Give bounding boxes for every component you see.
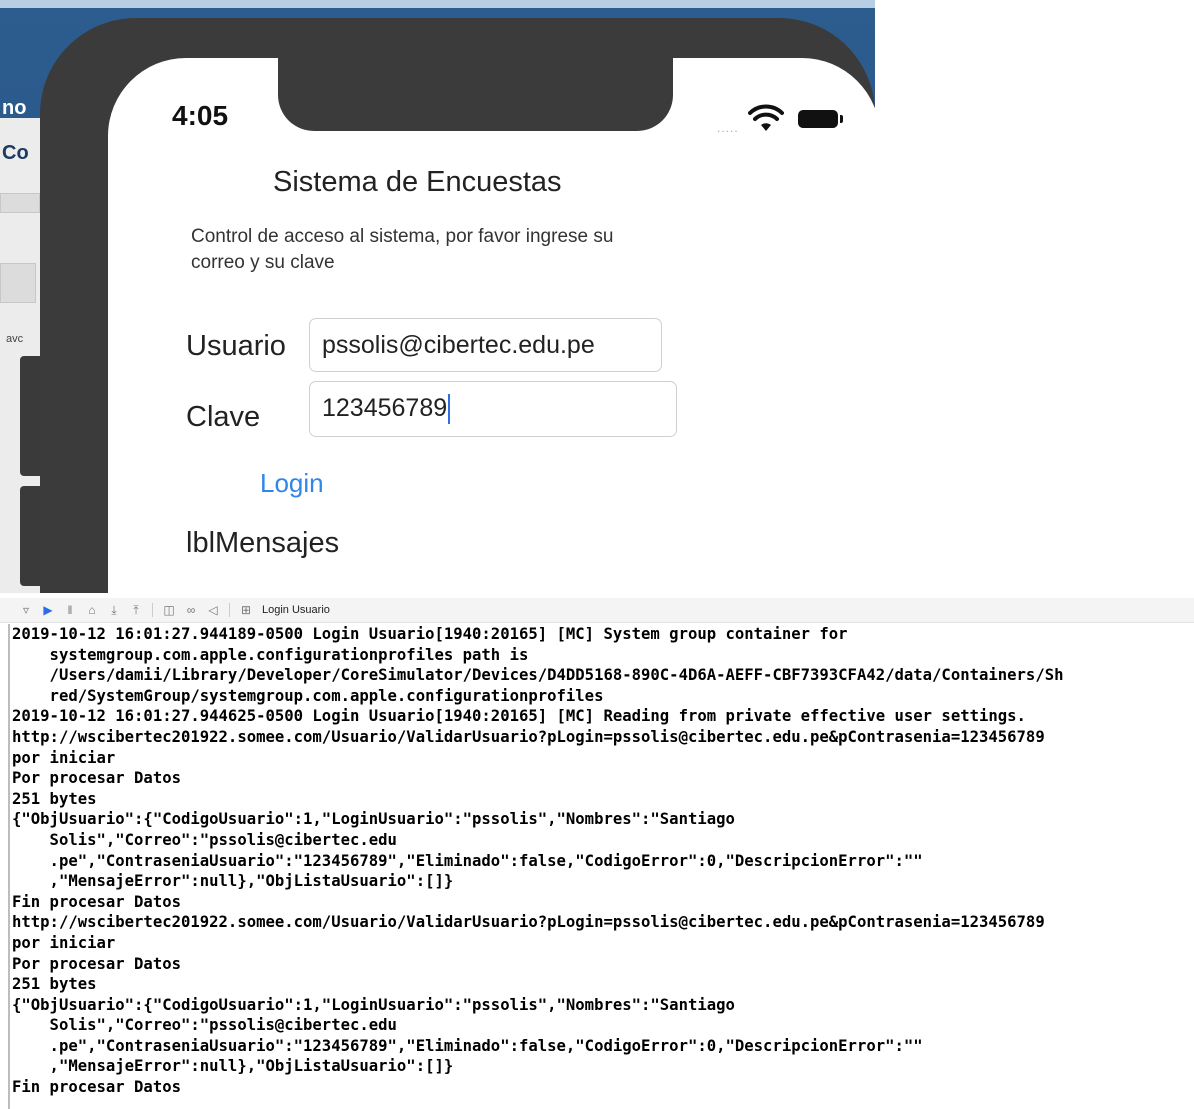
- console-line: por iniciar: [12, 933, 116, 952]
- signal-dots: .....: [717, 121, 739, 135]
- console-line: .pe","ContraseniaUsuario":"123456789","E…: [12, 1036, 923, 1055]
- console-line: .pe","ContraseniaUsuario":"123456789","E…: [12, 851, 923, 870]
- left-panel: [0, 263, 36, 303]
- debug-target-label: Login Usuario: [262, 604, 330, 616]
- battery-icon: [798, 110, 843, 128]
- text-caret: [448, 394, 451, 425]
- toolbar-separator: [229, 603, 230, 617]
- console-line: Solis","Correo":"pssolis@cibertec.edu: [12, 830, 397, 849]
- hide-console-icon[interactable]: ▿: [20, 603, 32, 617]
- console-line: Por procesar Datos: [12, 769, 181, 788]
- clave-input-value: 123456789: [322, 394, 448, 422]
- console-line: systemgroup.com.apple.configurationprofi…: [12, 645, 529, 664]
- console-line: por iniciar: [12, 748, 116, 767]
- console-line: 251 bytes: [12, 789, 97, 808]
- toolbar-separator: [152, 603, 153, 617]
- left-fragment-text: Co: [2, 142, 29, 164]
- step-over-icon[interactable]: ⌂: [86, 603, 98, 617]
- console-line: Por procesar Datos: [12, 954, 181, 973]
- wifi-icon: [748, 104, 784, 131]
- app-title: Sistema de Encuestas: [273, 166, 562, 198]
- console-line: Solis","Correo":"pssolis@cibertec.edu: [12, 1016, 397, 1035]
- console-line: /Users/damii/Library/Developer/CoreSimul…: [12, 666, 1064, 685]
- status-time: 4:05: [172, 100, 229, 131]
- breakpoint-toggle-icon[interactable]: ▶: [42, 603, 54, 617]
- console-line: {"ObjUsuario":{"CodigoUsuario":1,"LoginU…: [12, 810, 735, 829]
- console-line: http://wscibertec201922.somee.com/Usuari…: [12, 913, 1045, 932]
- usuario-label: Usuario: [186, 330, 286, 362]
- left-tab: [0, 193, 40, 213]
- usuario-input[interactable]: pssolis@cibertec.edu.pe: [309, 318, 662, 372]
- console-line: 2019-10-12 16:01:27.944625-0500 Login Us…: [12, 707, 1026, 726]
- console-output[interactable]: 2019-10-12 16:01:27.944189-0500 Login Us…: [8, 624, 1194, 1109]
- phone-bezel: 4:05 ..... Sistema de Encuestas Control …: [40, 18, 875, 593]
- console-line: ,"MensajeError":null},"ObjListaUsuario":…: [12, 872, 454, 891]
- phone-notch: [278, 58, 673, 131]
- simulator-area: avc no Co 4:05 ..... Sistema de Encuesta…: [0, 0, 875, 593]
- console-line: 2019-10-12 16:01:27.944189-0500 Login Us…: [12, 625, 848, 643]
- step-into-icon[interactable]: ⤓: [108, 603, 120, 618]
- console-line: http://wscibertec201922.somee.com/Usuari…: [12, 727, 1045, 746]
- login-button[interactable]: Login: [260, 468, 324, 499]
- clave-input[interactable]: 123456789: [309, 381, 677, 437]
- step-out-icon[interactable]: ⤒: [130, 603, 142, 618]
- left-fragment-text: no: [2, 97, 27, 119]
- process-icon: ⊞: [240, 603, 252, 617]
- clave-label: Clave: [186, 401, 261, 433]
- pause-icon[interactable]: ‖: [64, 603, 76, 617]
- console-line: 251 bytes: [12, 975, 97, 994]
- messages-label: lblMensajes: [186, 527, 340, 559]
- console-line: red/SystemGroup/systemgroup.com.apple.co…: [12, 686, 604, 705]
- console-line: {"ObjUsuario":{"CodigoUsuario":1,"LoginU…: [12, 995, 735, 1014]
- app-description: Control de acceso al sistema, por favor …: [191, 226, 614, 273]
- console-line: Fin procesar Datos: [12, 892, 181, 911]
- debug-toolbar: ▿ ▶ ‖ ⌂ ⤓ ⤒ ◫ ∞ ◁ ⊞ Login Usuario: [0, 598, 1194, 623]
- memory-graph-icon[interactable]: ∞: [185, 603, 197, 617]
- console-line: Fin procesar Datos: [12, 1078, 181, 1097]
- console-line: ,"MensajeError":null},"ObjListaUsuario":…: [12, 1057, 454, 1076]
- usuario-input-value: pssolis@cibertec.edu.pe: [322, 331, 595, 359]
- left-fragment-text: avc: [6, 333, 24, 345]
- location-icon[interactable]: ◁: [207, 603, 219, 617]
- view-debugger-icon[interactable]: ◫: [163, 603, 175, 617]
- phone-screen: 4:05 ..... Sistema de Encuestas Control …: [108, 58, 875, 593]
